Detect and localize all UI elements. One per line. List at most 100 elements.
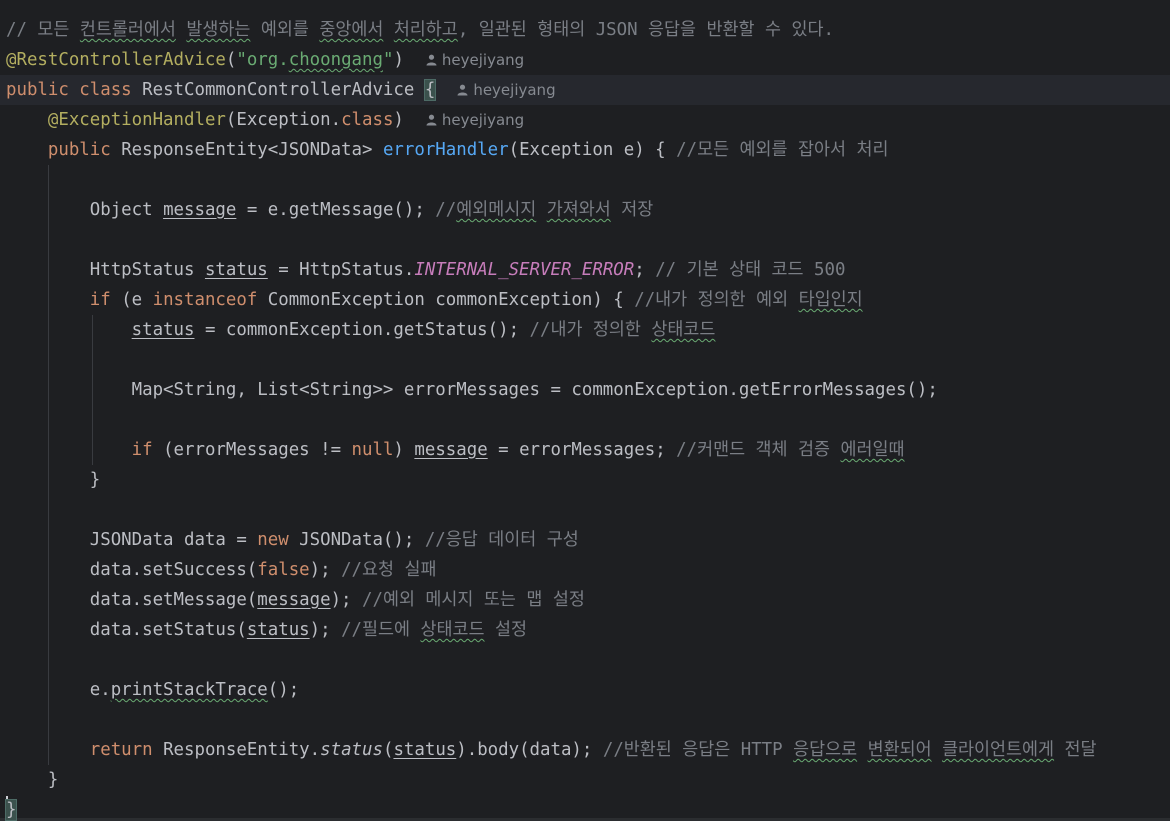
code-token: 전달: [1054, 740, 1097, 760]
code-token: = errorMessages;: [487, 440, 677, 460]
code-token: //모든 예외를 잡아서 처리: [676, 140, 889, 160]
code-token: 상태코드: [651, 320, 716, 340]
code-token: }: [4, 799, 18, 821]
code-token: = commonException.getStatus();: [194, 320, 530, 340]
code-line[interactable]: data.setStatus(status); //필드에 상태코드 설정: [0, 615, 1170, 645]
code-token: return: [89, 740, 164, 760]
code-token: 클라이언트에게: [942, 740, 1055, 760]
code-token: printStackTrace: [110, 680, 268, 700]
code-token: if: [131, 440, 164, 460]
code-line[interactable]: return ResponseEntity.status(status).bod…: [0, 735, 1170, 765]
person-icon: [457, 84, 468, 96]
code-token: //내가 정의한: [529, 320, 652, 340]
code-token: class: [79, 80, 143, 100]
person-icon: [426, 114, 437, 126]
code-token: //반환된 응답은 HTTP: [602, 740, 794, 760]
code-token: );: [309, 560, 342, 580]
code-editor[interactable]: // 모든 컨트롤러에서 발생하는 예외를 중앙에서 처리하고, 일관된 형태의…: [0, 0, 1170, 821]
code-token: errorHandler: [382, 140, 509, 160]
code-token: RestCommonControllerAdvice: [142, 80, 425, 100]
code-line[interactable]: [0, 225, 1170, 255]
code-token: 중앙에서: [319, 20, 384, 40]
code-token: Object: [6, 200, 164, 220]
code-token: status: [204, 260, 268, 280]
code-token: 가져와서: [546, 200, 611, 220]
code-token: if: [89, 290, 122, 310]
code-token: 발생하는: [186, 20, 251, 40]
code-token: status: [131, 320, 195, 340]
code-line[interactable]: data.setMessage(message); //예외 메시지 또는 맵 …: [0, 585, 1170, 615]
code-line[interactable]: Object message = e.getMessage(); //예외메시지…: [0, 195, 1170, 225]
code-token: public: [47, 140, 122, 160]
code-token: ResponseEntity.: [163, 740, 321, 760]
code-token: JSONData data =: [6, 530, 258, 550]
code-token: (e: [121, 290, 153, 310]
author-hint[interactable]: heyejiyang: [426, 51, 524, 69]
code-line[interactable]: }: [0, 465, 1170, 495]
author-hint-label: heyejiyang: [441, 111, 525, 129]
code-token: 예외를: [250, 20, 320, 40]
code-line[interactable]: [0, 645, 1170, 675]
code-token: data.setStatus(: [6, 620, 247, 640]
code-token: false: [257, 560, 310, 580]
code-token: message: [257, 590, 331, 610]
code-line[interactable]: JSONData data = new JSONData(); //응답 데이터…: [0, 525, 1170, 555]
code-line[interactable]: @RestControllerAdvice("org.choongang") he…: [0, 45, 1170, 75]
code-line[interactable]: // 모든 컨트롤러에서 발생하는 예외를 중앙에서 처리하고, 일관된 형태의…: [0, 15, 1170, 45]
code-token: // 기본 상태 코드 500: [655, 260, 846, 280]
code-token: );: [309, 620, 342, 640]
code-token: INTERNAL_SERVER_ERROR: [414, 260, 635, 280]
code-token: status: [246, 620, 310, 640]
code-token: //응답 데이터 구성: [424, 530, 579, 550]
code-token: //내가 정의한 예외: [634, 290, 799, 310]
code-line[interactable]: [0, 405, 1170, 435]
code-token: choongang: [288, 50, 383, 70]
code-line[interactable]: public ResponseEntity<JSONData> errorHan…: [0, 135, 1170, 165]
author-hint[interactable]: heyejiyang: [426, 111, 524, 129]
code-line[interactable]: data.setSuccess(false); //요청 실패: [0, 555, 1170, 585]
code-line[interactable]: e.printStackTrace();: [0, 675, 1170, 705]
code-line[interactable]: if (e instanceof CommonException commonE…: [0, 285, 1170, 315]
code-line[interactable]: }: [0, 795, 1170, 821]
code-token: ): [393, 110, 404, 130]
code-line[interactable]: [0, 705, 1170, 735]
code-token: instanceof: [152, 290, 268, 310]
code-token: //필드에: [341, 620, 421, 640]
code-token: e.: [6, 680, 111, 700]
code-token: = HttpStatus.: [267, 260, 415, 280]
code-line[interactable]: [0, 165, 1170, 195]
code-token: 변환되어: [867, 740, 932, 760]
code-token: (Exception.: [225, 110, 342, 130]
code-token: ();: [267, 680, 300, 700]
code-token: 처리하고: [393, 20, 458, 40]
code-line[interactable]: }: [0, 765, 1170, 795]
code-token: //커맨드 객체 검증: [676, 440, 841, 460]
code-token: "org.: [236, 50, 289, 70]
code-line[interactable]: @ExceptionHandler(Exception.class) heyeji…: [0, 105, 1170, 135]
code-token: class: [341, 110, 394, 130]
code-line[interactable]: Map<String, List<String>> errorMessages …: [0, 375, 1170, 405]
code-token: //요청 실패: [341, 560, 437, 580]
author-hint[interactable]: heyejiyang: [457, 81, 556, 99]
code-token: public: [6, 80, 80, 100]
code-token: }: [6, 470, 101, 490]
code-line[interactable]: [0, 345, 1170, 375]
author-hint-label: heyejiyang: [473, 81, 556, 99]
code-line[interactable]: if (errorMessages != null) message = err…: [0, 435, 1170, 465]
code-line[interactable]: [0, 495, 1170, 525]
code-token: new: [257, 530, 300, 550]
code-line[interactable]: public class RestCommonControllerAdvice …: [0, 75, 1170, 105]
code-token: }: [6, 770, 59, 790]
code-token: ): [393, 50, 404, 70]
code-token: status: [320, 740, 383, 760]
code-token: (: [225, 50, 237, 70]
code-token: 예외메시지: [456, 200, 537, 220]
code-line[interactable]: status = commonException.getStatus(); //…: [0, 315, 1170, 345]
code-line[interactable]: HttpStatus status = HttpStatus.INTERNAL_…: [0, 255, 1170, 285]
